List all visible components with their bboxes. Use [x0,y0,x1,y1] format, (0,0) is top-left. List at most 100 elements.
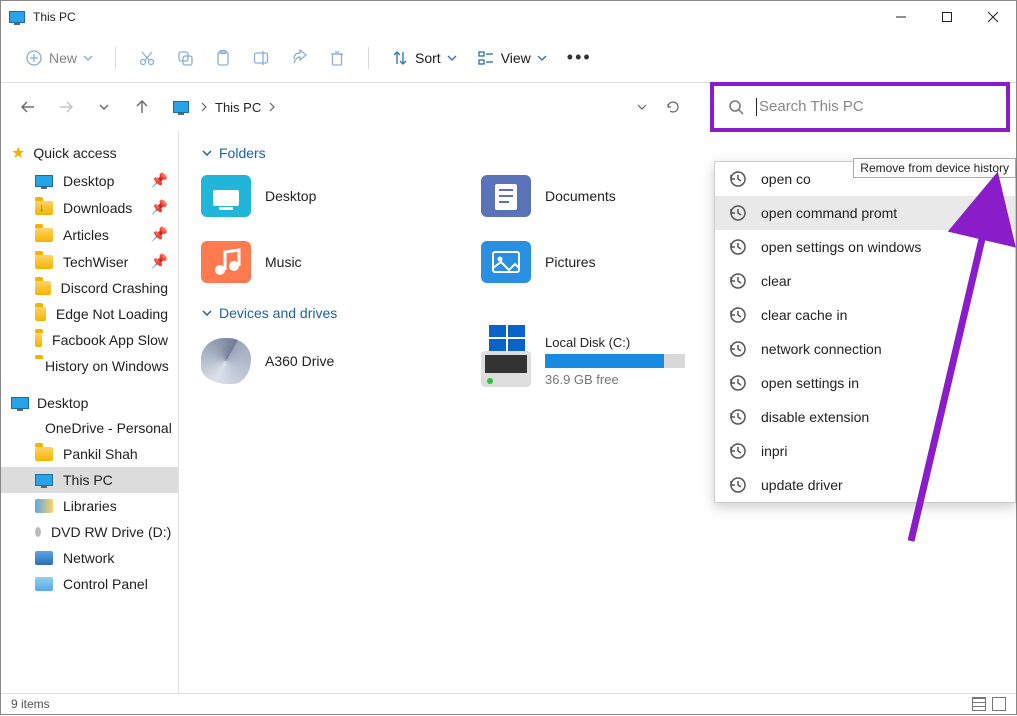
folder-tile[interactable]: Documents [481,175,711,217]
folder-icon [481,241,531,283]
sort-button[interactable]: Sort [385,43,463,73]
address-bar[interactable]: This PC [167,90,698,124]
local-disk-c[interactable]: Local Disk (C:) 36.9 GB free [481,335,711,387]
sidebar-item[interactable]: Libraries [1,493,178,519]
sidebar-item[interactable]: Network [1,545,178,571]
paste-button[interactable] [208,43,238,73]
local-disk-label: Local Disk (C:) [545,335,685,350]
search-suggestion[interactable]: disable extension [715,400,1015,434]
search-suggestion[interactable]: network connection [715,332,1015,366]
item-count: 9 items [11,697,50,711]
sort-icon [391,49,409,67]
more-button[interactable]: ••• [561,41,598,74]
details-view-button[interactable] [972,697,986,711]
folder-icon [481,175,531,217]
nav-row: This PC Search This PC [1,83,1016,131]
history-icon [729,170,747,188]
refresh-icon[interactable] [664,98,682,116]
back-button[interactable] [15,94,41,120]
close-icon[interactable] [989,207,1001,219]
forward-button[interactable] [53,94,79,120]
drives-label: Devices and drives [219,305,337,321]
pc-icon [173,101,189,113]
search-suggestion[interactable]: inpri [715,434,1015,468]
history-icon [729,272,747,290]
maximize-button[interactable] [924,1,970,33]
pin-icon: 📌 [151,172,168,189]
delete-button[interactable] [322,43,352,73]
pin-icon: 📌 [151,226,168,243]
folder-tile[interactable]: Music [201,241,431,283]
sidebar-item[interactable]: TechWiser📌 [1,248,178,275]
app-icon [9,11,25,23]
history-icon [729,374,747,392]
new-label: New [49,50,77,66]
search-placeholder: Search This PC [756,98,864,116]
share-button[interactable] [284,43,314,73]
sidebar-item[interactable]: OneDrive - Personal [1,415,178,441]
folder-tile[interactable]: Desktop [201,175,431,217]
view-icon [477,49,495,67]
sidebar-item[interactable]: ↓Downloads📌 [1,194,178,221]
toolbar: New Sort View ••• [1,33,1016,83]
folder-tile[interactable]: Pictures [481,241,711,283]
sidebar-item[interactable]: This PC [1,467,178,493]
sidebar-item[interactable]: Articles📌 [1,221,178,248]
sidebar: ★ Quick access Desktop📌↓Downloads📌Articl… [1,131,179,693]
chevron-down-icon [83,53,93,63]
folder-icon [201,241,251,283]
close-button[interactable] [970,1,1016,33]
search-suggestion[interactable]: update driver [715,468,1015,502]
chevron-down-icon [447,53,457,63]
history-icon [729,204,747,222]
sidebar-item[interactable]: Pankil Shah [1,441,178,467]
desktop-label: Desktop [37,395,88,411]
a360-drive[interactable]: A360 Drive [201,335,431,387]
history-icon [729,442,747,460]
pin-icon: 📌 [151,253,168,270]
titlebar: This PC [1,1,1016,33]
search-suggestion[interactable]: clear cache in [715,298,1015,332]
search-suggestions-popup: open coopen command promtopen settings o… [714,161,1016,503]
sidebar-item[interactable]: Desktop📌 [1,167,178,194]
minimize-button[interactable] [878,1,924,33]
chevron-down-icon [201,147,213,159]
new-button[interactable]: New [19,43,99,73]
desktop-icon [11,397,29,409]
sort-label: Sort [415,50,441,66]
search-suggestion[interactable]: clear [715,264,1015,298]
search-suggestion[interactable]: open command promt [715,196,1015,230]
storage-bar [545,354,685,368]
trash-icon [328,49,346,67]
search-suggestion[interactable]: open settings in [715,366,1015,400]
recent-button[interactable] [91,94,117,120]
up-button[interactable] [129,94,155,120]
sidebar-item[interactable]: History on Windows [1,353,178,379]
history-icon [729,306,747,324]
search-icon [728,99,744,115]
share-icon [290,49,308,67]
sidebar-item[interactable]: Discord Crashing [1,275,178,301]
sidebar-quick-access[interactable]: ★ Quick access [1,139,178,167]
view-button[interactable]: View [471,43,553,73]
thumbnails-view-button[interactable] [992,697,1006,711]
rename-button[interactable] [246,43,276,73]
drive-icon [481,351,531,387]
sidebar-item[interactable]: Edge Not Loading [1,301,178,327]
search-suggestion[interactable]: open settings on windows [715,230,1015,264]
history-icon [729,476,747,494]
copy-icon [176,49,194,67]
view-label: View [501,50,531,66]
sidebar-desktop[interactable]: Desktop [1,391,178,415]
search-box[interactable]: Search This PC [710,82,1010,132]
cut-button[interactable] [132,43,162,73]
status-bar: 9 items [1,693,1016,714]
copy-button[interactable] [170,43,200,73]
sidebar-item[interactable]: Facbook App Slow [1,327,178,353]
breadcrumb-item[interactable]: This PC [215,100,261,115]
sidebar-item[interactable]: DVD RW Drive (D:) [1,519,178,545]
chevron-down-icon[interactable] [636,101,648,113]
sidebar-item[interactable]: Control Panel [1,571,178,597]
quick-access-label: Quick access [33,145,116,161]
local-disk-free: 36.9 GB free [545,372,685,387]
